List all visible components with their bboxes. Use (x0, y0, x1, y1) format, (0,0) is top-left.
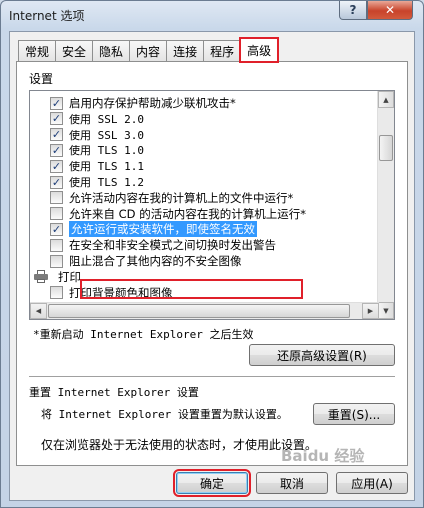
checkbox-checked[interactable]: ✓ (50, 159, 63, 173)
close-icon: ✕ (384, 3, 396, 17)
checkbox-unchecked[interactable] (50, 254, 63, 268)
settings-item-label: 使用 SSL 2.0 (69, 112, 144, 126)
reset-button[interactable]: 重置(S)... (313, 403, 395, 425)
tab-advanced[interactable]: 高级 (239, 37, 280, 63)
printer-icon (34, 270, 48, 284)
reset-section-title: 重置 Internet Explorer 设置 (29, 386, 199, 399)
settings-group-header[interactable]: 打印 (34, 269, 379, 285)
checkbox-checked[interactable]: ✓ (50, 96, 63, 110)
settings-item-label: 允许运行或安装软件，即使签名无效 (68, 220, 258, 239)
tab-connections[interactable]: 连接 (166, 40, 205, 62)
dialog-client-area: 常规 安全 隐私 内容 连接 程序 高级 设置 ✓ 启用内存保护帮助减少联机攻击*… (9, 31, 415, 501)
horizontal-scrollbar[interactable]: ◀ ▶ (30, 302, 379, 319)
reset-description: 将 Internet Explorer 设置重置为默认设置。 (41, 408, 288, 421)
internet-options-dialog: Internet 选项 ? ✕ 常规 安全 隐私 内容 连接 程序 高级 设置 … (0, 0, 424, 508)
checkbox-unchecked[interactable] (50, 286, 63, 300)
settings-list[interactable]: ✓ 启用内存保护帮助减少联机攻击* ✓ 使用 SSL 2.0 ✓ 使用 SSL 3.0 ✓ 使… (29, 90, 395, 320)
tab-security[interactable]: 安全 (55, 40, 94, 62)
settings-list-item[interactable]: ✓ 使用 SSL 2.0 (50, 111, 379, 127)
cancel-button[interactable]: 取消 (256, 472, 328, 494)
checkbox-checked[interactable]: ✓ (50, 112, 63, 126)
settings-list-item[interactable]: ✓ 使用 SSL 3.0 (50, 127, 379, 143)
settings-item-label: 允许活动内容在我的计算机上的文件中运行* (69, 190, 294, 205)
settings-list-items: ✓ 启用内存保护帮助减少联机攻击* ✓ 使用 SSL 2.0 ✓ 使用 SSL 3.0 ✓ 使… (30, 91, 379, 319)
reset-note: 仅在浏览器处于无法使用的状态时，才使用此设置。 (41, 438, 318, 452)
section-divider (29, 376, 395, 378)
tab-programs[interactable]: 程序 (203, 40, 242, 62)
horizontal-scroll-thumb[interactable] (48, 304, 350, 318)
checkbox-checked[interactable]: ✓ (50, 128, 63, 142)
scroll-left-arrow-icon[interactable]: ◀ (30, 303, 47, 319)
settings-item-label: 使用 TLS 1.1 (69, 160, 144, 174)
restart-note: *重新启动 Internet Explorer 之后生效 (33, 328, 254, 341)
settings-list-item[interactable]: 允许活动内容在我的计算机上的文件中运行* (50, 190, 379, 206)
settings-item-label: 使用 TLS 1.0 (69, 144, 144, 158)
restore-advanced-settings-button[interactable]: 还原高级设置(R) (249, 344, 395, 366)
settings-item-label: 使用 SSL 3.0 (69, 128, 144, 142)
settings-list-item[interactable]: ✓ 使用 TLS 1.1 (50, 158, 379, 174)
scroll-down-arrow-icon[interactable]: ▼ (378, 302, 394, 319)
settings-list-item[interactable]: 在安全和非安全模式之间切换时发出警告 (50, 237, 379, 253)
scroll-up-arrow-icon[interactable]: ▲ (378, 91, 394, 108)
settings-item-label: 打印背景颜色和图像 (69, 285, 173, 300)
tab-general[interactable]: 常规 (18, 40, 57, 62)
ok-button[interactable]: 确定 (173, 469, 251, 497)
settings-list-item[interactable]: ✓ 启用内存保护帮助减少联机攻击* (50, 95, 379, 111)
scroll-right-arrow-icon[interactable]: ▶ (362, 303, 379, 319)
vertical-scroll-thumb[interactable] (379, 135, 393, 161)
checkbox-checked[interactable]: ✓ (50, 222, 63, 236)
help-button[interactable]: ? (339, 1, 367, 20)
settings-item-label: 阻止混合了其他内容的不安全图像 (69, 254, 242, 268)
settings-list-item[interactable]: 打印背景颜色和图像 (50, 285, 379, 301)
tab-content[interactable]: 内容 (129, 40, 168, 62)
apply-button[interactable]: 应用(A) (336, 472, 408, 494)
settings-item-label: 使用 TLS 1.2 (69, 176, 144, 189)
checkbox-unchecked[interactable] (50, 191, 63, 205)
checkbox-unchecked[interactable] (50, 238, 63, 252)
tab-privacy[interactable]: 隐私 (92, 40, 131, 62)
settings-item-label: 启用内存保护帮助减少联机攻击* (69, 96, 236, 110)
checkbox-checked[interactable]: ✓ (50, 143, 63, 157)
tab-strip: 常规 安全 隐私 内容 连接 程序 高级 (18, 37, 280, 63)
settings-label: 设置 (29, 72, 54, 86)
settings-list-item[interactable]: ✓ 使用 TLS 1.0 (50, 142, 379, 158)
settings-list-item[interactable]: 允许来自 CD 的活动内容在我的计算机上运行* (50, 206, 379, 222)
checkbox-unchecked[interactable] (50, 207, 63, 221)
window-title: Internet 选项 (9, 9, 85, 23)
settings-list-item[interactable]: ✓ 允许运行或安装软件，即使签名无效 (50, 220, 379, 239)
checkbox-checked[interactable]: ✓ (50, 175, 63, 189)
title-bar[interactable]: Internet 选项 ? ✕ (1, 1, 423, 27)
close-button[interactable]: ✕ (367, 1, 413, 20)
settings-list-item[interactable]: 阻止混合了其他内容的不安全图像 (50, 253, 379, 269)
settings-item-label: 在安全和非安全模式之间切换时发出警告 (69, 238, 276, 253)
settings-item-label: 允许来自 CD 的活动内容在我的计算机上运行* (69, 206, 306, 221)
advanced-tab-panel: 设置 ✓ 启用内存保护帮助减少联机攻击* ✓ 使用 SSL 2.0 ✓ 使用 SSL 3.… (16, 61, 408, 466)
watermark: Baidu 经验 (281, 447, 365, 465)
help-icon: ? (349, 3, 357, 17)
vertical-scrollbar[interactable]: ▲ ▼ (377, 91, 394, 319)
settings-item-label: 打印 (58, 269, 81, 284)
settings-list-item[interactable]: ✓ 使用 TLS 1.2 (50, 174, 379, 190)
